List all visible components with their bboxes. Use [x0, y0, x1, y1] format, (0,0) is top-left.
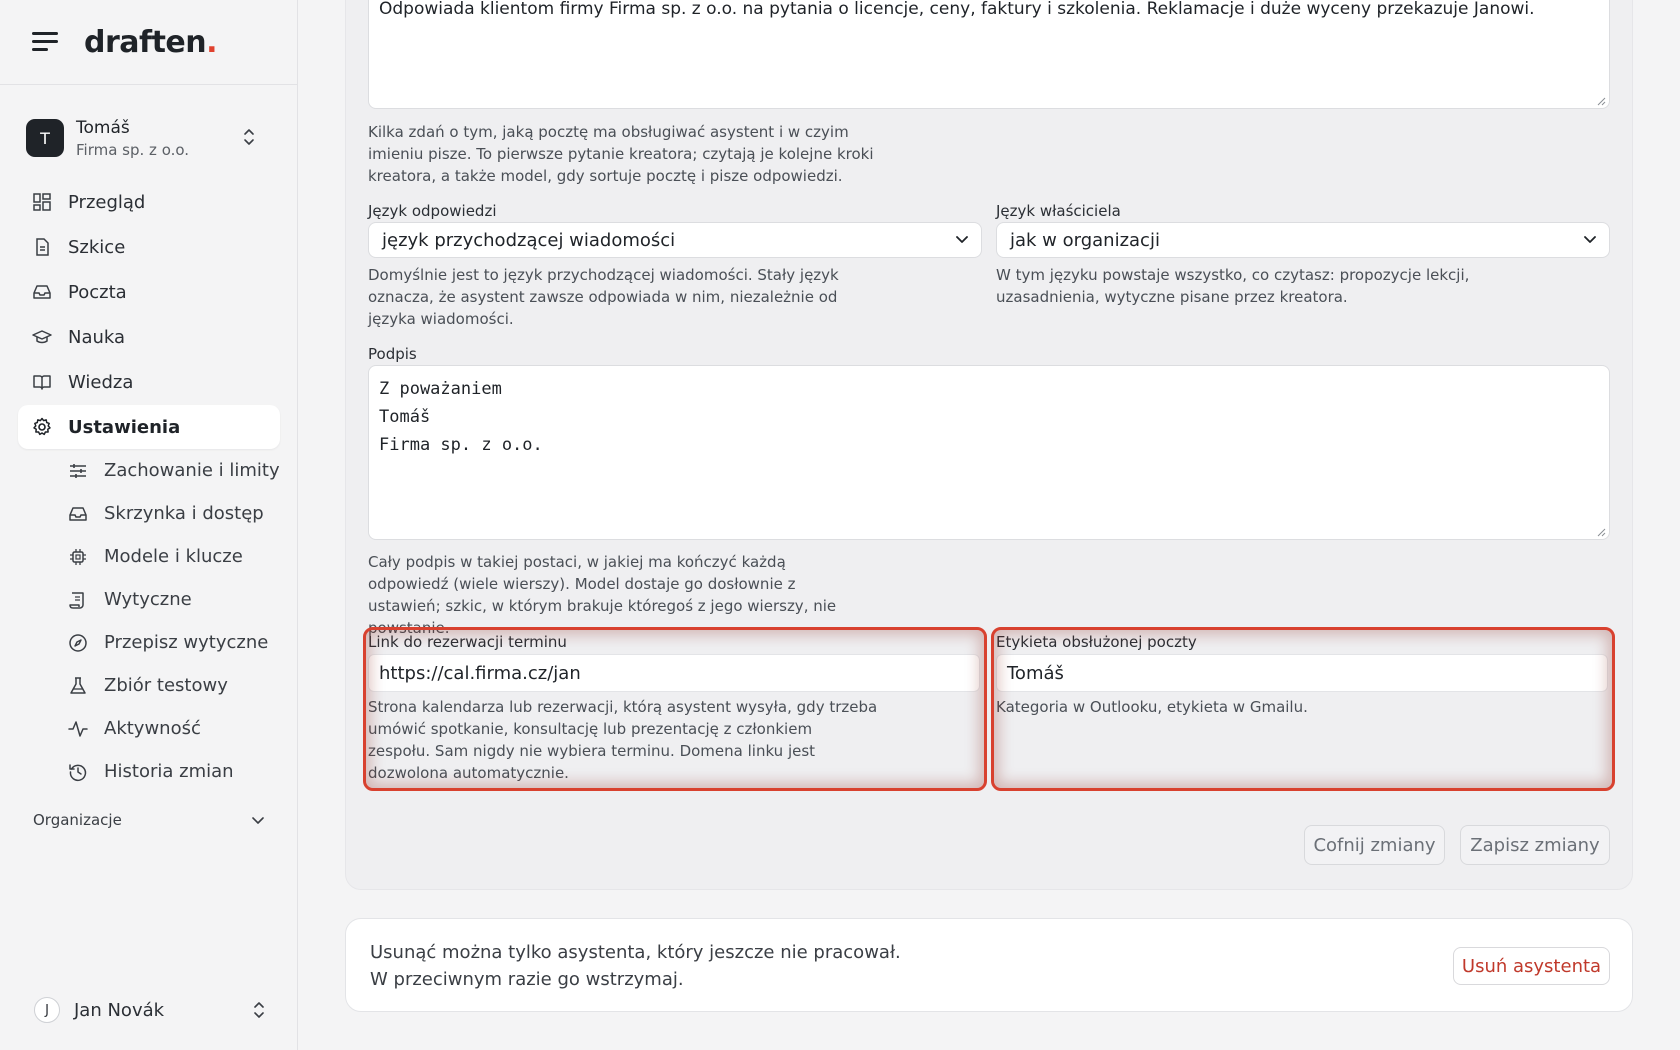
logo[interactable]: draften.: [84, 25, 218, 60]
subnav-item-modele[interactable]: Modele i klucze: [68, 535, 288, 578]
nav-item-szkice[interactable]: Szkice: [18, 225, 280, 269]
organizations-label: Organizacje: [33, 811, 122, 829]
chevron-down-icon: [252, 817, 264, 824]
nav-label: Wiedza: [68, 371, 134, 393]
document-icon: [32, 237, 52, 257]
nav-item-wiedza[interactable]: Wiedza: [18, 360, 280, 404]
chip-icon: [68, 547, 88, 567]
danger-zone-card: Usunąć można tylko asystenta, który jesz…: [345, 918, 1633, 1012]
reply-language-value: język przychodzącej wiadomości: [382, 229, 676, 251]
history-icon: [68, 762, 88, 782]
subnav-item-wytyczne[interactable]: Wytyczne: [68, 578, 288, 621]
subnav-item-przepisz[interactable]: Przepisz wytyczne: [68, 621, 288, 664]
resize-grip-icon[interactable]: [1596, 527, 1606, 537]
description-textarea[interactable]: Odpowiada klientom firmy Firma sp. z o.o…: [368, 0, 1610, 109]
user-name: Jan Novák: [74, 999, 165, 1021]
settings-subnav: Zachowanie i limity Skrzynka i dostęp Mo…: [68, 449, 288, 793]
highlight-handled-label: [991, 627, 1615, 791]
graduation-cap-icon: [32, 327, 52, 347]
gear-icon: [32, 417, 52, 437]
owner-language-select[interactable]: jak w organizacji: [996, 222, 1610, 258]
nav-label: Nauka: [68, 326, 126, 348]
owner-language-help: W tym języku powstaje wszystko, co czyta…: [996, 266, 1470, 306]
chevron-up-down-icon: [244, 129, 254, 145]
revert-button[interactable]: Cofnij zmiany: [1304, 825, 1445, 865]
resize-grip-icon[interactable]: [1596, 96, 1606, 106]
subnav-label: Wytyczne: [104, 589, 192, 610]
nav-item-poczta[interactable]: Poczta: [18, 270, 280, 314]
inbox-icon: [32, 282, 52, 302]
reply-language-help: Domyślnie jest to język przychodzącej wi…: [368, 266, 839, 328]
subnav-label: Zachowanie i limity: [104, 460, 280, 481]
nav-label: Przegląd: [68, 191, 146, 213]
account-company: Firma sp. z o.o.: [76, 140, 190, 159]
save-button[interactable]: Zapisz zmiany: [1460, 825, 1610, 865]
hamburger-icon[interactable]: [32, 31, 60, 53]
chevron-down-icon: [1584, 236, 1596, 243]
user-avatar: J: [34, 997, 60, 1023]
sliders-icon: [68, 461, 88, 481]
subnav-item-historia[interactable]: Historia zmian: [68, 750, 288, 793]
brand-bar: draften.: [0, 0, 297, 85]
subnav-item-aktywnosc[interactable]: Aktywność: [68, 707, 288, 750]
nav-item-przeglad[interactable]: Przegląd: [18, 180, 280, 224]
account-switcher[interactable]: T Tomáš Firma sp. z o.o.: [26, 114, 276, 162]
subnav-label: Aktywność: [104, 718, 201, 739]
description-help: Kilka zdań o tym, jaką pocztę ma obsługi…: [368, 123, 874, 185]
nav-label: Poczta: [68, 281, 127, 303]
inbox-icon: [68, 504, 88, 524]
owner-language-label: Język właściciela: [996, 202, 1121, 220]
subnav-label: Przepisz wytyczne: [104, 632, 269, 653]
organizations-toggle[interactable]: Organizacje: [33, 808, 265, 832]
account-avatar: T: [26, 119, 64, 157]
subnav-label: Skrzynka i dostęp: [104, 503, 264, 524]
subnav-label: Modele i klucze: [104, 546, 243, 567]
main-nav: Przegląd Szkice Poczta Nauka Wiedza Usta…: [18, 180, 280, 450]
danger-zone-message: Usunąć można tylko asystenta, który jesz…: [370, 942, 901, 990]
activity-icon: [68, 719, 88, 739]
chevron-up-down-icon: [254, 1002, 264, 1018]
reply-language-select[interactable]: język przychodzącej wiadomości: [368, 222, 982, 258]
account-name: Tomáš: [76, 117, 130, 138]
nav-item-nauka[interactable]: Nauka: [18, 315, 280, 359]
subnav-label: Historia zmian: [104, 761, 234, 782]
subnav-label: Zbiór testowy: [104, 675, 228, 696]
signature-help: Cały podpis w takiej postaci, w jakiej m…: [368, 553, 837, 637]
subnav-item-skrzynka[interactable]: Skrzynka i dostęp: [68, 492, 288, 535]
highlight-booking-link: [363, 627, 987, 791]
nav-label: Szkice: [68, 236, 126, 258]
chevron-down-icon: [956, 236, 968, 243]
delete-assistant-button[interactable]: Usuń asystenta: [1453, 947, 1610, 985]
nav-item-ustawienia[interactable]: Ustawienia: [18, 405, 280, 449]
owner-language-value: jak w organizacji: [1010, 229, 1160, 251]
flask-icon: [68, 676, 88, 696]
subnav-item-zachowanie[interactable]: Zachowanie i limity: [68, 449, 288, 492]
reply-language-label: Język odpowiedzi: [368, 202, 497, 220]
compass-icon: [68, 633, 88, 653]
user-menu[interactable]: J Jan Novák: [34, 995, 266, 1025]
sidebar: draften. T Tomáš Firma sp. z o.o. Przegl…: [0, 0, 298, 1050]
scroll-icon: [68, 590, 88, 610]
subnav-item-zbior[interactable]: Zbiór testowy: [68, 664, 288, 707]
signature-label: Podpis: [368, 345, 417, 363]
dashboard-icon: [32, 192, 52, 212]
book-icon: [32, 372, 52, 392]
nav-label: Ustawienia: [68, 416, 181, 438]
signature-textarea[interactable]: Z poważaniem Tomáš Firma sp. z o.o.: [368, 365, 1610, 540]
